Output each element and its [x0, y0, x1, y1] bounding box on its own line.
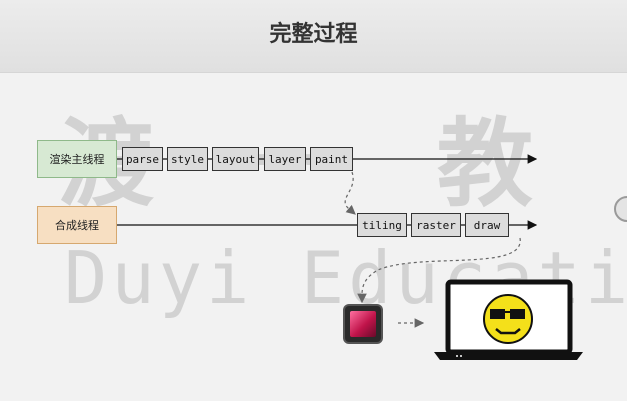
flow-diagram — [117, 154, 583, 360]
gpu-chip-core — [350, 311, 376, 337]
main-thread-box: 渲染主线程 — [37, 140, 117, 178]
smiley-sunglasses-icon — [483, 294, 533, 344]
compositor-thread-box: 合成线程 — [37, 206, 117, 244]
stage-style: style — [167, 147, 208, 171]
gpu-chip-icon — [345, 306, 381, 342]
paint-to-tiling-arrow — [344, 171, 356, 215]
stage-draw: draw — [465, 213, 509, 237]
stage-raster: raster — [411, 213, 461, 237]
stage-layer: layer — [264, 147, 306, 171]
stage-paint: paint — [310, 147, 353, 171]
stage-parse: parse — [122, 147, 163, 171]
stage-tiling: tiling — [357, 213, 407, 237]
stage-layout: layout — [212, 147, 259, 171]
